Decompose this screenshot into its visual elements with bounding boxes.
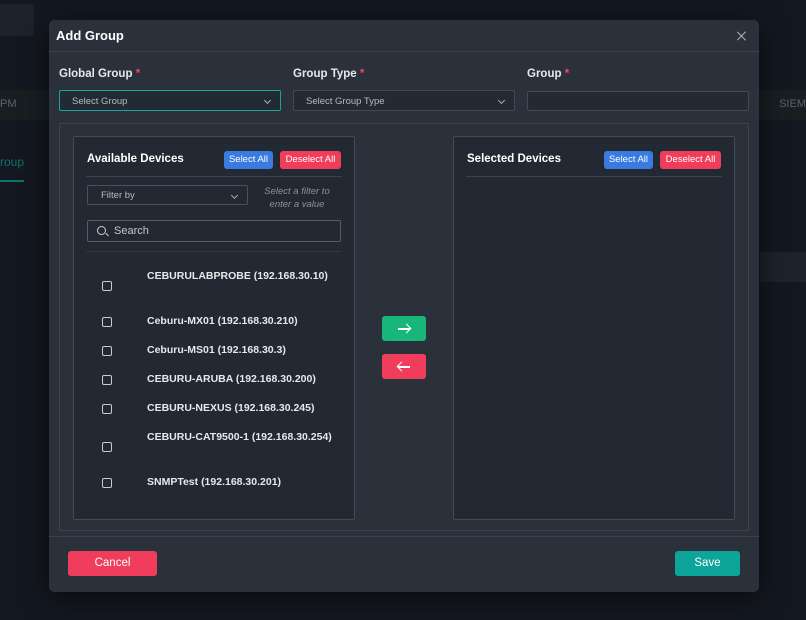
- filter-by-select[interactable]: Filter by: [87, 185, 248, 205]
- device-label: CEBURU-ARUBA (192.168.30.200): [147, 373, 316, 385]
- device-label: CEBURULABPROBE (192.168.30.10): [147, 270, 328, 282]
- global-group-placeholder: Select Group: [72, 96, 128, 107]
- cancel-button[interactable]: Cancel: [68, 551, 157, 576]
- device-checkbox[interactable]: [102, 442, 112, 452]
- global-group-label-text: Global Group: [59, 68, 133, 80]
- search-icon: [97, 226, 106, 235]
- selected-devices-panel: Selected Devices Select All Deselect All: [453, 136, 735, 520]
- close-icon[interactable]: [737, 31, 747, 41]
- divider: [86, 176, 342, 177]
- device-checkbox[interactable]: [102, 281, 112, 291]
- device-label: CEBURU-CAT9500-1 (192.168.30.254): [147, 431, 332, 443]
- chevron-down-icon: [230, 191, 239, 200]
- required-mark: *: [564, 68, 570, 80]
- selected-deselect-all-button[interactable]: Deselect All: [660, 151, 721, 169]
- selected-select-all-button[interactable]: Select All: [604, 151, 653, 169]
- device-checkbox[interactable]: [102, 375, 112, 385]
- divider: [466, 176, 722, 177]
- move-left-button[interactable]: [382, 354, 426, 379]
- global-group-select[interactable]: Select Group: [59, 90, 281, 111]
- group-name-input[interactable]: [527, 91, 749, 111]
- modal-header: Add Group: [49, 20, 759, 52]
- group-label-text: Group: [527, 68, 562, 80]
- add-group-modal: Add Group Global Group * Select Group Gr…: [49, 20, 759, 592]
- device-checkbox[interactable]: [102, 346, 112, 356]
- selected-devices-title: Selected Devices: [467, 153, 561, 165]
- save-button[interactable]: Save: [675, 551, 740, 576]
- modal-title: Add Group: [56, 28, 124, 43]
- modal-footer: Cancel Save: [49, 536, 759, 592]
- device-checkbox[interactable]: [102, 404, 112, 414]
- available-deselect-all-button[interactable]: Deselect All: [280, 151, 341, 169]
- group-label: Group *: [527, 68, 569, 80]
- device-label: Ceburu-MX01 (192.168.30.210): [147, 315, 298, 327]
- group-type-select[interactable]: Select Group Type: [293, 90, 515, 111]
- group-type-label: Group Type *: [293, 68, 364, 80]
- required-mark: *: [135, 68, 141, 80]
- divider: [86, 251, 342, 252]
- search-placeholder: Search: [114, 225, 149, 237]
- arrow-left-icon: [398, 366, 410, 368]
- device-label: CEBURU-NEXUS (192.168.30.245): [147, 402, 315, 414]
- group-type-label-text: Group Type: [293, 68, 357, 80]
- device-label: Ceburu-MS01 (192.168.30.3): [147, 344, 286, 356]
- available-select-all-button[interactable]: Select All: [224, 151, 273, 169]
- filter-hint: Select a filter to enter a value: [264, 186, 330, 210]
- available-devices-panel: Available Devices Select All Deselect Al…: [73, 136, 355, 520]
- filter-by-placeholder: Filter by: [101, 190, 135, 201]
- chevron-down-icon: [497, 96, 506, 105]
- device-label: SNMPTest (192.168.30.201): [147, 476, 282, 488]
- device-checkbox[interactable]: [102, 478, 112, 488]
- arrow-right-icon: [398, 328, 410, 330]
- device-checkbox[interactable]: [102, 317, 112, 327]
- available-devices-title: Available Devices: [87, 153, 184, 165]
- global-group-label: Global Group *: [59, 68, 140, 80]
- move-right-button[interactable]: [382, 316, 426, 341]
- device-search-input[interactable]: Search: [87, 220, 341, 242]
- chevron-down-icon: [263, 96, 272, 105]
- required-mark: *: [359, 68, 365, 80]
- group-type-placeholder: Select Group Type: [306, 96, 385, 107]
